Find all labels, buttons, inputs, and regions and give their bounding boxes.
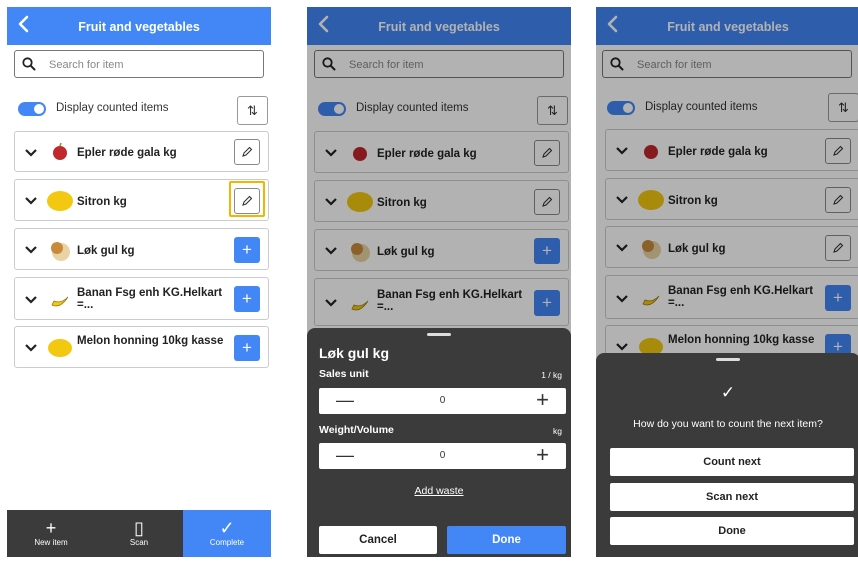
check-icon: ✓ <box>219 518 235 538</box>
add-waste-link[interactable]: Add waste <box>307 485 571 497</box>
weight-volume-label: Weight/Volume <box>319 424 394 436</box>
add-button[interactable]: + <box>234 286 260 312</box>
check-icon: ✓ <box>720 383 736 402</box>
next-item-sheet: ✓ How do you want to count the next item… <box>596 353 858 557</box>
plus-icon: + <box>242 338 252 357</box>
header: Fruit and vegetables <box>7 7 271 45</box>
sales-unit-value[interactable]: 0 <box>319 395 566 406</box>
add-button[interactable]: + <box>234 335 260 361</box>
scan-next-button[interactable]: Scan next <box>610 483 854 511</box>
new-item-button[interactable]: + New item <box>7 510 95 557</box>
item-name: Melon honning 10kg kasse <box>77 335 224 347</box>
display-counted-label: Display counted items <box>56 102 169 114</box>
plus-icon: + <box>45 518 57 538</box>
barcode-scan-icon: ▯ <box>134 518 144 538</box>
weight-volume-value[interactable]: 0 <box>319 450 566 461</box>
plus-icon: + <box>242 240 252 259</box>
display-counted-toggle[interactable] <box>18 102 46 116</box>
page-title: Fruit and vegetables <box>78 20 200 34</box>
done-button[interactable]: Done <box>447 526 566 554</box>
list-item[interactable]: Banan Fsg enh KG.Helkart =... + <box>14 277 269 320</box>
highlight-box <box>229 181 265 217</box>
scan-label: Scan <box>129 538 149 547</box>
search-icon <box>22 57 36 71</box>
item-name: Epler røde gala kg <box>77 147 177 159</box>
sales-unit-suffix: 1 / kg <box>541 370 562 380</box>
chevron-down-icon[interactable] <box>24 343 38 353</box>
sheet-title: Løk gul kg <box>319 345 389 361</box>
chevron-down-icon[interactable] <box>24 245 38 255</box>
count-sheet: Løk gul kg Sales unit 1 / kg — 0 + Weigh… <box>307 328 571 557</box>
scan-button[interactable]: ▯ Scan <box>95 510 183 557</box>
sheet-handle[interactable] <box>427 333 451 336</box>
sort-arrows-icon: ⇅ <box>247 103 258 118</box>
edit-button[interactable] <box>234 139 260 165</box>
onion-icon <box>44 234 76 266</box>
plus-icon[interactable]: + <box>536 388 549 412</box>
weight-volume-stepper[interactable]: — 0 + <box>319 443 566 469</box>
plus-icon: + <box>242 289 252 308</box>
search-input[interactable]: Search for item <box>14 50 264 78</box>
screen-next-item-sheet: Fruit and vegetables Search for item Dis… <box>596 7 858 557</box>
cancel-button[interactable]: Cancel <box>319 526 437 554</box>
done-button[interactable]: Done <box>610 517 854 545</box>
item-name: Banan Fsg enh KG.Helkart =... <box>77 287 223 311</box>
list-item[interactable]: Epler røde gala kg <box>14 131 269 172</box>
list-item[interactable]: Løk gul kg + <box>14 228 269 270</box>
pencil-icon <box>242 146 253 157</box>
search-placeholder: Search for item <box>49 59 124 71</box>
chevron-down-icon[interactable] <box>24 196 38 206</box>
screen-item-list: Fruit and vegetables Search for item Dis… <box>7 7 271 557</box>
chevron-down-icon[interactable] <box>24 295 38 305</box>
new-item-label: New item <box>34 538 68 547</box>
add-button[interactable]: + <box>234 237 260 263</box>
item-name: Løk gul kg <box>77 245 135 257</box>
complete-button[interactable]: ✓ Complete <box>183 510 271 557</box>
sales-unit-label: Sales unit <box>319 368 369 380</box>
banana-icon <box>44 283 76 315</box>
apple-icon <box>44 136 76 168</box>
melon-icon <box>44 332 76 364</box>
bottom-bar: + New item ▯ Scan ✓ Complete <box>7 510 271 557</box>
sales-unit-stepper[interactable]: — 0 + <box>319 388 566 414</box>
sheet-handle[interactable] <box>716 358 740 361</box>
complete-label: Complete <box>209 538 245 547</box>
screen-count-sheet: Fruit and vegetables Search for item Dis… <box>307 7 571 557</box>
plus-icon[interactable]: + <box>536 443 549 467</box>
weight-volume-suffix: kg <box>553 426 562 436</box>
count-next-button[interactable]: Count next <box>610 448 854 476</box>
chevron-down-icon[interactable] <box>24 148 38 158</box>
item-name: Sitron kg <box>77 196 127 208</box>
list-item[interactable]: Melon honning 10kg kasse + <box>14 326 269 368</box>
lemon-icon <box>44 185 76 217</box>
sort-button[interactable]: ⇅ <box>237 96 268 125</box>
next-item-question: How do you want to count the next item? <box>633 418 823 430</box>
